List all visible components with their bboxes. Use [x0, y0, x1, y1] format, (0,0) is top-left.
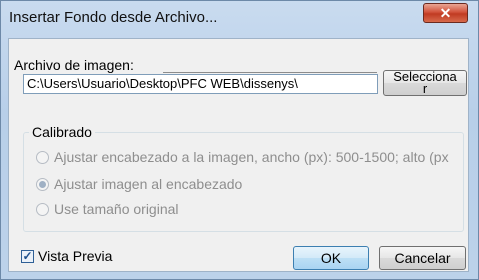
radio-label: Ajustar encabezado a la imagen, ancho (p…: [54, 149, 449, 165]
select-button-label: Selecciona r: [393, 70, 457, 96]
cancel-label: Cancelar: [394, 250, 451, 266]
close-button[interactable]: ✕: [423, 3, 468, 23]
preview-checkbox[interactable]: ✓ Vista Previa: [21, 248, 112, 264]
preview-label: Vista Previa: [38, 248, 113, 264]
window-title: Insertar Fondo desde Archivo...: [9, 9, 218, 26]
radio-icon: [36, 202, 49, 216]
title-bar[interactable]: Insertar Fondo desde Archivo... ✕: [1, 1, 478, 35]
cancel-button[interactable]: Cancelar: [379, 246, 466, 270]
radio-icon: [36, 150, 49, 164]
radio-label: Use tamaño original: [54, 201, 179, 217]
radio-fit-image-to-header[interactable]: Ajustar imagen al encabezado: [36, 176, 242, 192]
ok-label: OK: [320, 250, 342, 266]
close-icon: ✕: [439, 4, 452, 21]
ok-button[interactable]: OK: [293, 246, 369, 270]
radio-selected-icon: [36, 177, 49, 191]
file-path-input[interactable]: C:\Users\Usuario\Desktop\PFC WEB\disseny…: [23, 74, 378, 94]
radio-label: Ajustar imagen al encabezado: [54, 176, 243, 192]
select-file-button[interactable]: Selecciona r: [383, 70, 467, 96]
file-label: Archivo de imagen:: [14, 57, 134, 73]
calibration-title: Calibrado: [29, 124, 95, 140]
radio-original-size[interactable]: Use tamaño original: [36, 201, 179, 217]
radio-fit-header-to-image[interactable]: Ajustar encabezado a la imagen, ancho (p…: [36, 149, 449, 165]
checkmark-icon: ✓: [21, 249, 34, 263]
label-underline: [163, 72, 377, 73]
